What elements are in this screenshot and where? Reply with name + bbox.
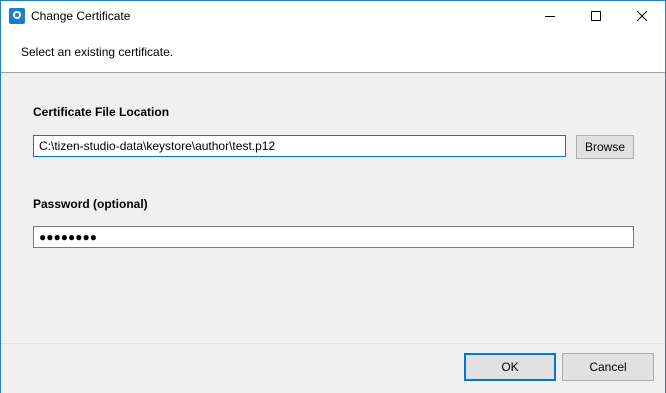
certificate-badge-icon bbox=[9, 8, 25, 24]
change-certificate-dialog: Change Certificate Select an existing ce… bbox=[0, 0, 666, 393]
dialog-header: Select an existing certificate. bbox=[1, 32, 665, 73]
certificate-path-input[interactable]: C:\tizen-studio-data\keystore\author\tes… bbox=[33, 135, 566, 157]
title-bar[interactable]: Change Certificate bbox=[1, 1, 665, 32]
close-icon bbox=[637, 11, 647, 21]
certificate-file-location-label: Certificate File Location bbox=[33, 105, 170, 119]
close-button[interactable] bbox=[619, 1, 665, 32]
browse-button[interactable]: Browse bbox=[576, 135, 634, 159]
dialog-footer: OK Cancel bbox=[1, 343, 665, 393]
password-label: Password (optional) bbox=[33, 197, 148, 211]
minimize-button[interactable] bbox=[527, 1, 573, 32]
maximize-icon bbox=[591, 11, 601, 21]
password-input[interactable]: ●●●●●●●● bbox=[33, 226, 634, 248]
ok-button[interactable]: OK bbox=[464, 353, 556, 381]
minimize-icon bbox=[545, 16, 555, 17]
window-title: Change Certificate bbox=[31, 9, 131, 23]
maximize-button[interactable] bbox=[573, 1, 619, 32]
dialog-subtitle: Select an existing certificate. bbox=[21, 45, 174, 59]
dialog-content: Certificate File Location C:\tizen-studi… bbox=[1, 73, 665, 343]
cancel-button[interactable]: Cancel bbox=[562, 353, 654, 381]
